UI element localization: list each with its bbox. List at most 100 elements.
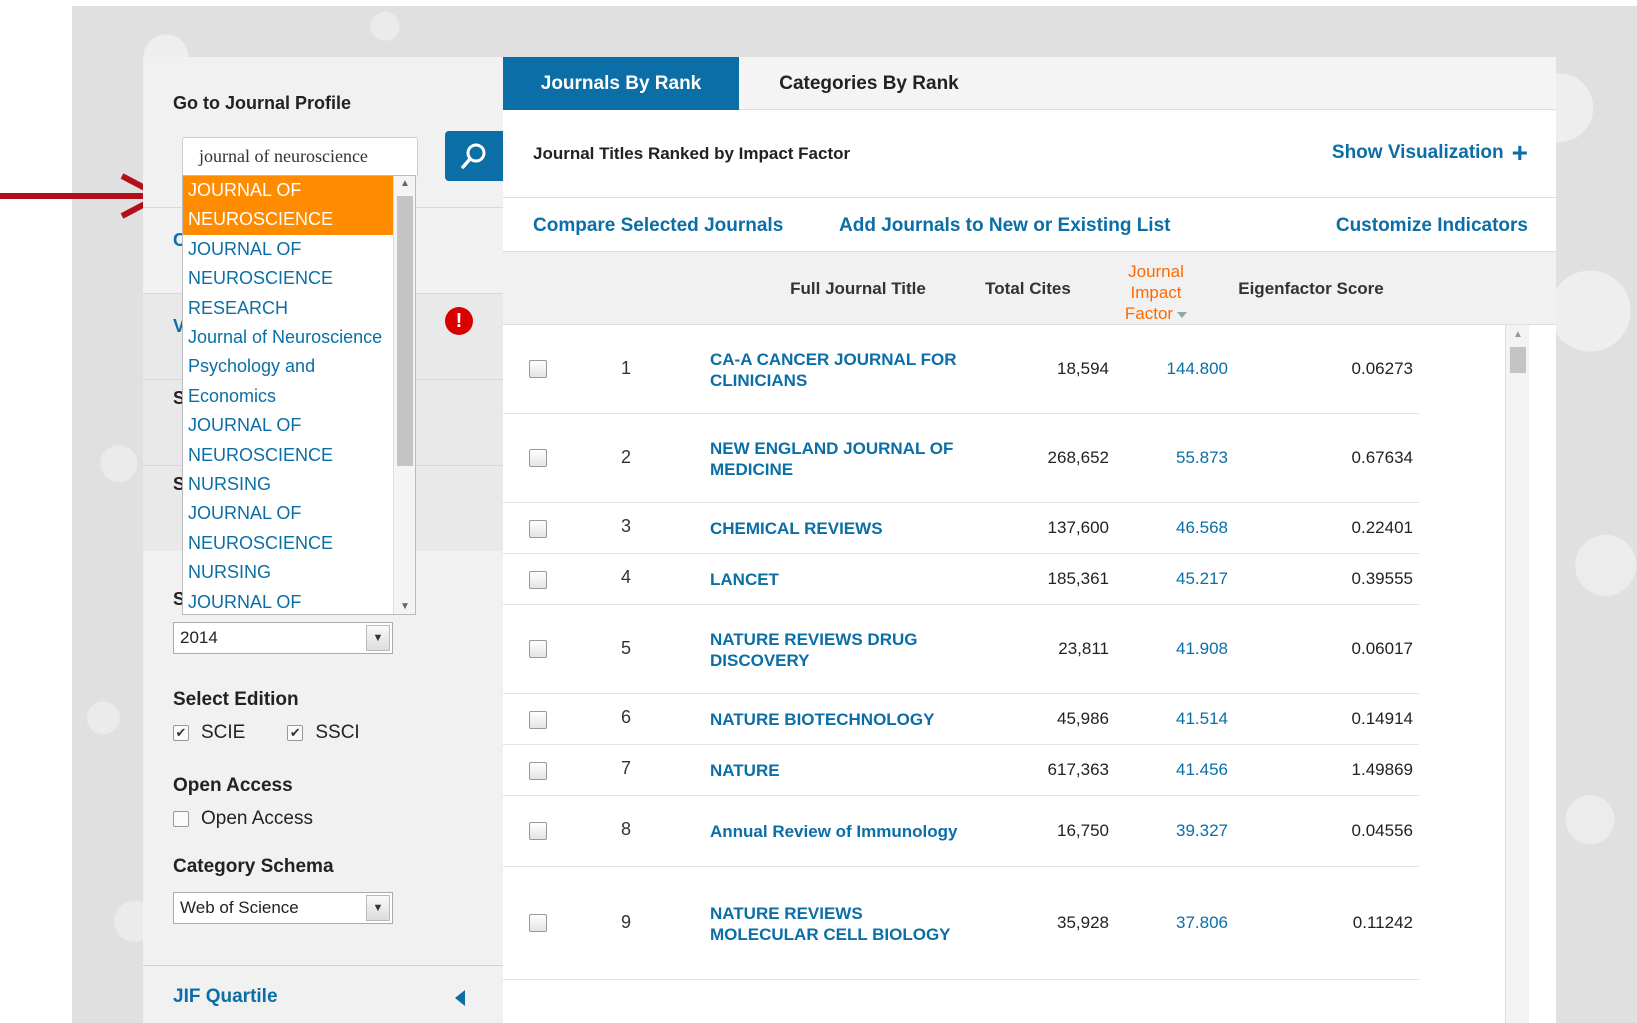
plus-icon: + xyxy=(1511,137,1528,168)
table-row: 4 LANCET 185,361 45.217 0.39555 xyxy=(503,554,1419,605)
journal-search-input[interactable]: journal of neuroscience xyxy=(182,137,418,177)
compare-selected-journals-link[interactable]: Compare Selected Journals xyxy=(533,215,783,237)
autocomplete-item[interactable]: JOURNAL OF NEUROSCIENCE xyxy=(183,176,393,235)
year-select-value: 2014 xyxy=(180,628,218,647)
jif-quartile-section[interactable]: JIF Quartile xyxy=(143,965,503,1023)
total-cites-cell: 16,750 xyxy=(1057,821,1109,840)
rank-cell: 7 xyxy=(621,758,632,778)
eigenfactor-cell: 0.67634 xyxy=(1351,448,1413,467)
journal-table-body: 1 CA-A CANCER JOURNAL FOR CLINICIANS 18,… xyxy=(503,325,1419,980)
journal-title-link[interactable]: CA-A CANCER JOURNAL FOR CLINICIANS xyxy=(710,349,1010,391)
main-content: Journals By Rank Categories By Rank Jour… xyxy=(503,57,1556,1023)
row-checkbox[interactable] xyxy=(529,822,547,840)
row-checkbox[interactable] xyxy=(529,711,547,729)
table-row: 1 CA-A CANCER JOURNAL FOR CLINICIANS 18,… xyxy=(503,325,1419,414)
column-header-total-cites[interactable]: Total Cites xyxy=(973,279,1083,299)
total-cites-cell: 617,363 xyxy=(1047,760,1109,779)
scroll-down-icon[interactable]: ▼ xyxy=(400,601,410,612)
journal-title-link[interactable]: NATURE REVIEWS MOLECULAR CELL BIOLOGY xyxy=(710,903,1010,945)
table-row: 6 NATURE BIOTECHNOLOGY 45,986 41.514 0.1… xyxy=(503,694,1419,745)
total-cites-cell: 268,652 xyxy=(1047,448,1109,467)
tab-bar: Journals By Rank Categories By Rank xyxy=(503,57,1556,110)
jif-link[interactable]: 37.806 xyxy=(1113,913,1228,933)
table-caption: Journal Titles Ranked by Impact Factor xyxy=(533,144,851,163)
table-row: 8 Annual Review of Immunology 16,750 39.… xyxy=(503,796,1419,867)
journal-title-link[interactable]: Annual Review of Immunology xyxy=(710,821,1030,842)
jif-link[interactable]: 144.800 xyxy=(1113,359,1228,379)
category-schema-heading: Category Schema xyxy=(173,856,334,877)
jif-link[interactable]: 39.327 xyxy=(1113,821,1228,841)
tab-categories-by-rank[interactable]: Categories By Rank xyxy=(739,57,999,110)
scie-label: SCIE xyxy=(201,722,246,743)
alert-icon: ! xyxy=(445,307,473,335)
jif-link[interactable]: 41.456 xyxy=(1113,760,1228,780)
scroll-up-icon[interactable]: ▲ xyxy=(1513,329,1523,340)
ssci-checkbox[interactable]: ✔ xyxy=(287,725,304,741)
column-header-jif[interactable]: Journal Impact Factor xyxy=(1101,261,1211,324)
action-bar: Compare Selected Journals Add Journals t… xyxy=(503,198,1556,252)
open-access-checkbox[interactable] xyxy=(173,811,189,827)
jif-link[interactable]: 55.873 xyxy=(1113,448,1228,468)
autocomplete-item[interactable]: JOURNAL OF xyxy=(183,588,393,614)
journal-title-link[interactable]: NEW ENGLAND JOURNAL OF MEDICINE xyxy=(710,438,1010,480)
scrollbar-thumb[interactable] xyxy=(1510,347,1526,373)
scrollbar-thumb[interactable] xyxy=(397,196,413,466)
row-checkbox[interactable] xyxy=(529,360,547,378)
eigenfactor-cell: 0.06017 xyxy=(1351,639,1413,658)
eigenfactor-cell: 0.11242 xyxy=(1352,913,1413,932)
row-checkbox[interactable] xyxy=(529,762,547,780)
scroll-up-icon[interactable]: ▲ xyxy=(400,178,410,189)
row-checkbox[interactable] xyxy=(529,914,547,932)
eigenfactor-cell: 0.04556 xyxy=(1351,821,1413,840)
rank-cell: 2 xyxy=(621,447,632,467)
chevron-down-icon: ▼ xyxy=(366,895,390,921)
table-row: 9 NATURE REVIEWS MOLECULAR CELL BIOLOGY … xyxy=(503,867,1419,980)
total-cites-cell: 35,928 xyxy=(1057,913,1109,932)
column-header-title[interactable]: Full Journal Title xyxy=(753,279,963,299)
tab-journals-by-rank[interactable]: Journals By Rank xyxy=(503,57,739,110)
autocomplete-dropdown: JOURNAL OF NEUROSCIENCE JOURNAL OF NEURO… xyxy=(182,175,416,615)
show-visualization-label: Show Visualization xyxy=(1331,142,1504,163)
autocomplete-scrollbar[interactable]: ▲ ▼ xyxy=(393,176,415,614)
open-access-option-label: Open Access xyxy=(201,808,313,829)
journal-title-link[interactable]: NATURE xyxy=(710,760,1010,781)
add-journals-to-list-link[interactable]: Add Journals to New or Existing List xyxy=(839,215,1170,237)
row-checkbox[interactable] xyxy=(529,640,547,658)
table-scrollbar[interactable]: ▲ xyxy=(1505,325,1529,1023)
autocomplete-item[interactable]: Journal of Neuroscience Psychology and E… xyxy=(183,323,393,411)
journal-title-link[interactable]: CHEMICAL REVIEWS xyxy=(710,518,1010,539)
eigenfactor-cell: 0.14914 xyxy=(1351,709,1413,728)
total-cites-cell: 18,594 xyxy=(1057,359,1109,378)
customize-indicators-link[interactable]: Customize Indicators xyxy=(1336,215,1528,237)
journal-title-link[interactable]: LANCET xyxy=(710,569,1010,590)
rank-cell: 9 xyxy=(621,912,632,932)
category-schema-select[interactable]: Web of Science ▼ xyxy=(173,892,393,924)
eigenfactor-cell: 0.06273 xyxy=(1351,359,1413,378)
rank-cell: 8 xyxy=(621,819,632,839)
autocomplete-item[interactable]: JOURNAL OF NEUROSCIENCE RESEARCH xyxy=(183,235,393,323)
show-visualization-link[interactable]: Show Visualization + xyxy=(1331,137,1528,168)
column-header-eigenfactor[interactable]: Eigenfactor Score xyxy=(1221,279,1401,299)
autocomplete-item[interactable]: JOURNAL OF NEUROSCIENCE NURSING xyxy=(183,411,393,499)
jif-quartile-label: JIF Quartile xyxy=(173,986,278,1007)
row-checkbox[interactable] xyxy=(529,571,547,589)
row-checkbox[interactable] xyxy=(529,449,547,467)
table-row: 5 NATURE REVIEWS DRUG DISCOVERY 23,811 4… xyxy=(503,605,1419,694)
jif-link[interactable]: 46.568 xyxy=(1113,518,1228,538)
total-cites-cell: 45,986 xyxy=(1057,709,1109,728)
ssci-label: SSCI xyxy=(315,722,360,743)
search-button[interactable] xyxy=(445,131,503,181)
scie-checkbox[interactable]: ✔ xyxy=(173,725,189,741)
open-access-heading: Open Access xyxy=(173,775,293,796)
chevron-down-icon: ▼ xyxy=(366,625,390,651)
jif-link[interactable]: 45.217 xyxy=(1113,569,1228,589)
row-checkbox[interactable] xyxy=(529,520,547,538)
jif-link[interactable]: 41.514 xyxy=(1113,709,1228,729)
go-to-journal-profile-heading: Go to Journal Profile xyxy=(173,93,352,113)
search-icon xyxy=(461,143,486,169)
jif-link[interactable]: 41.908 xyxy=(1113,639,1228,659)
journal-title-link[interactable]: NATURE REVIEWS DRUG DISCOVERY xyxy=(710,629,1010,671)
year-select[interactable]: 2014 ▼ xyxy=(173,622,393,654)
journal-title-link[interactable]: NATURE BIOTECHNOLOGY xyxy=(710,709,1010,730)
autocomplete-item[interactable]: JOURNAL OF NEUROSCIENCE NURSING xyxy=(183,499,393,587)
